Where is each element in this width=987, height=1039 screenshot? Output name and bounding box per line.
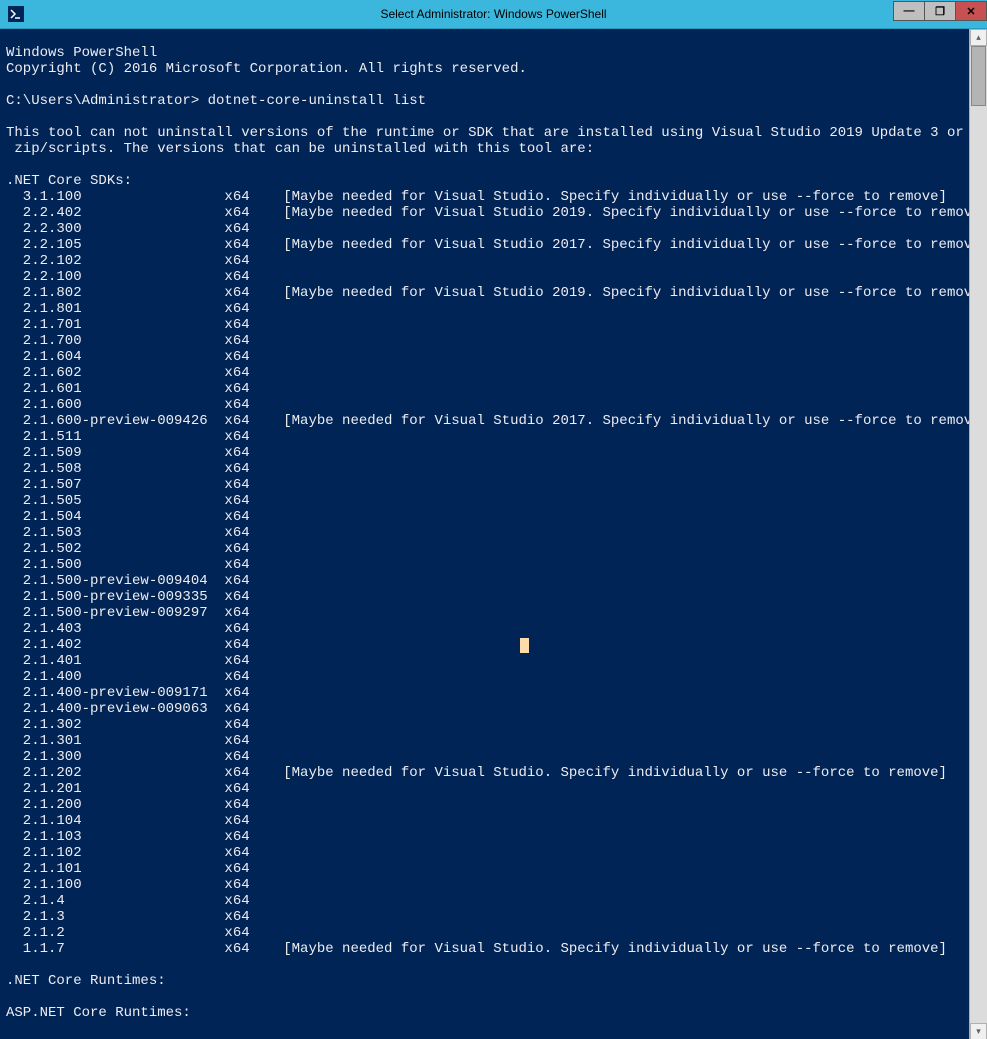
terminal-output[interactable]: Windows PowerShell Copyright (C) 2016 Mi… <box>0 43 969 1026</box>
window-title: Select Administrator: Windows PowerShell <box>380 7 606 21</box>
scroll-up-button[interactable]: ▴ <box>970 29 987 46</box>
scroll-down-button[interactable]: ▾ <box>970 1023 987 1039</box>
scroll-thumb[interactable] <box>971 46 986 106</box>
vertical-scrollbar[interactable]: ▴ ▾ <box>969 29 987 1039</box>
powershell-icon <box>6 4 26 24</box>
maximize-button[interactable]: ❐ <box>924 1 956 21</box>
text-cursor <box>520 638 529 653</box>
window-controls: — ❐ ✕ <box>894 0 987 28</box>
window-titlebar[interactable]: Select Administrator: Windows PowerShell… <box>0 0 987 29</box>
close-button[interactable]: ✕ <box>955 1 987 21</box>
minimize-button[interactable]: — <box>893 1 925 21</box>
